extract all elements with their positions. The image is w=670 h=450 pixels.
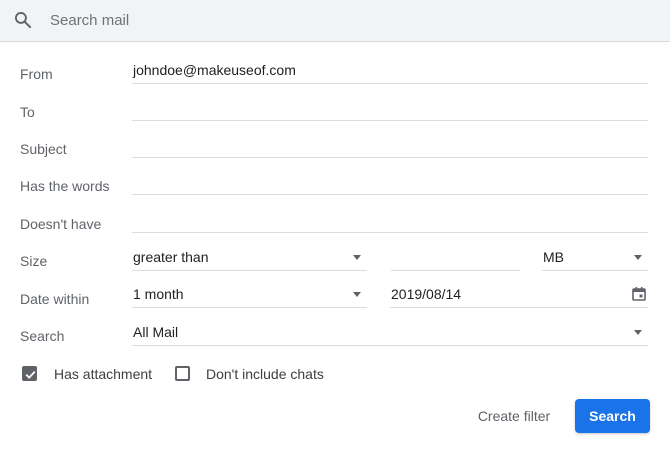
dropdown-arrow-icon <box>353 255 361 260</box>
dropdown-arrow-icon <box>634 255 642 260</box>
has-attachment-checkbox[interactable] <box>22 366 37 381</box>
date-value: 2019/08/14 <box>391 286 462 302</box>
size-unit-select[interactable]: MB <box>542 246 648 271</box>
search-button[interactable]: Search <box>575 399 650 433</box>
size-value-field[interactable] <box>391 246 520 271</box>
from-value: johndoe@makeuseof.com <box>133 62 296 78</box>
has-words-field[interactable] <box>132 170 648 195</box>
date-field[interactable]: 2019/08/14 <box>390 283 648 308</box>
subject-field[interactable] <box>132 133 648 158</box>
calendar-icon[interactable] <box>631 286 647 302</box>
size-label: Size <box>20 253 48 269</box>
exclude-chats-checkbox[interactable] <box>175 366 190 381</box>
dropdown-arrow-icon <box>353 292 361 297</box>
search-in-select[interactable]: All Mail <box>132 321 648 346</box>
date-range-value: 1 month <box>133 286 184 302</box>
search-icon[interactable] <box>13 10 33 30</box>
checkmark-icon <box>25 370 36 379</box>
search-bar[interactable]: Search mail <box>0 0 670 42</box>
create-filter-button[interactable]: Create filter <box>467 400 561 432</box>
search-input[interactable]: Search mail <box>50 12 129 29</box>
has-attachment-label[interactable]: Has attachment <box>54 366 152 382</box>
size-operator-value: greater than <box>133 249 209 265</box>
from-label: From <box>20 66 53 82</box>
search-in-label: Search <box>20 328 65 344</box>
subject-label: Subject <box>20 141 67 157</box>
dropdown-arrow-icon <box>634 330 642 335</box>
date-range-select[interactable]: 1 month <box>132 283 367 308</box>
size-operator-select[interactable]: greater than <box>132 246 367 271</box>
to-field[interactable] <box>132 96 648 121</box>
doesnt-have-field[interactable] <box>132 208 648 233</box>
doesnt-have-label: Doesn't have <box>20 216 102 232</box>
from-field[interactable]: johndoe@makeuseof.com <box>132 59 648 84</box>
size-unit-value: MB <box>543 249 564 265</box>
has-words-label: Has the words <box>20 178 110 194</box>
exclude-chats-label[interactable]: Don't include chats <box>206 366 324 382</box>
to-label: To <box>20 104 35 120</box>
search-in-value: All Mail <box>133 324 179 340</box>
date-within-label: Date within <box>20 291 90 307</box>
